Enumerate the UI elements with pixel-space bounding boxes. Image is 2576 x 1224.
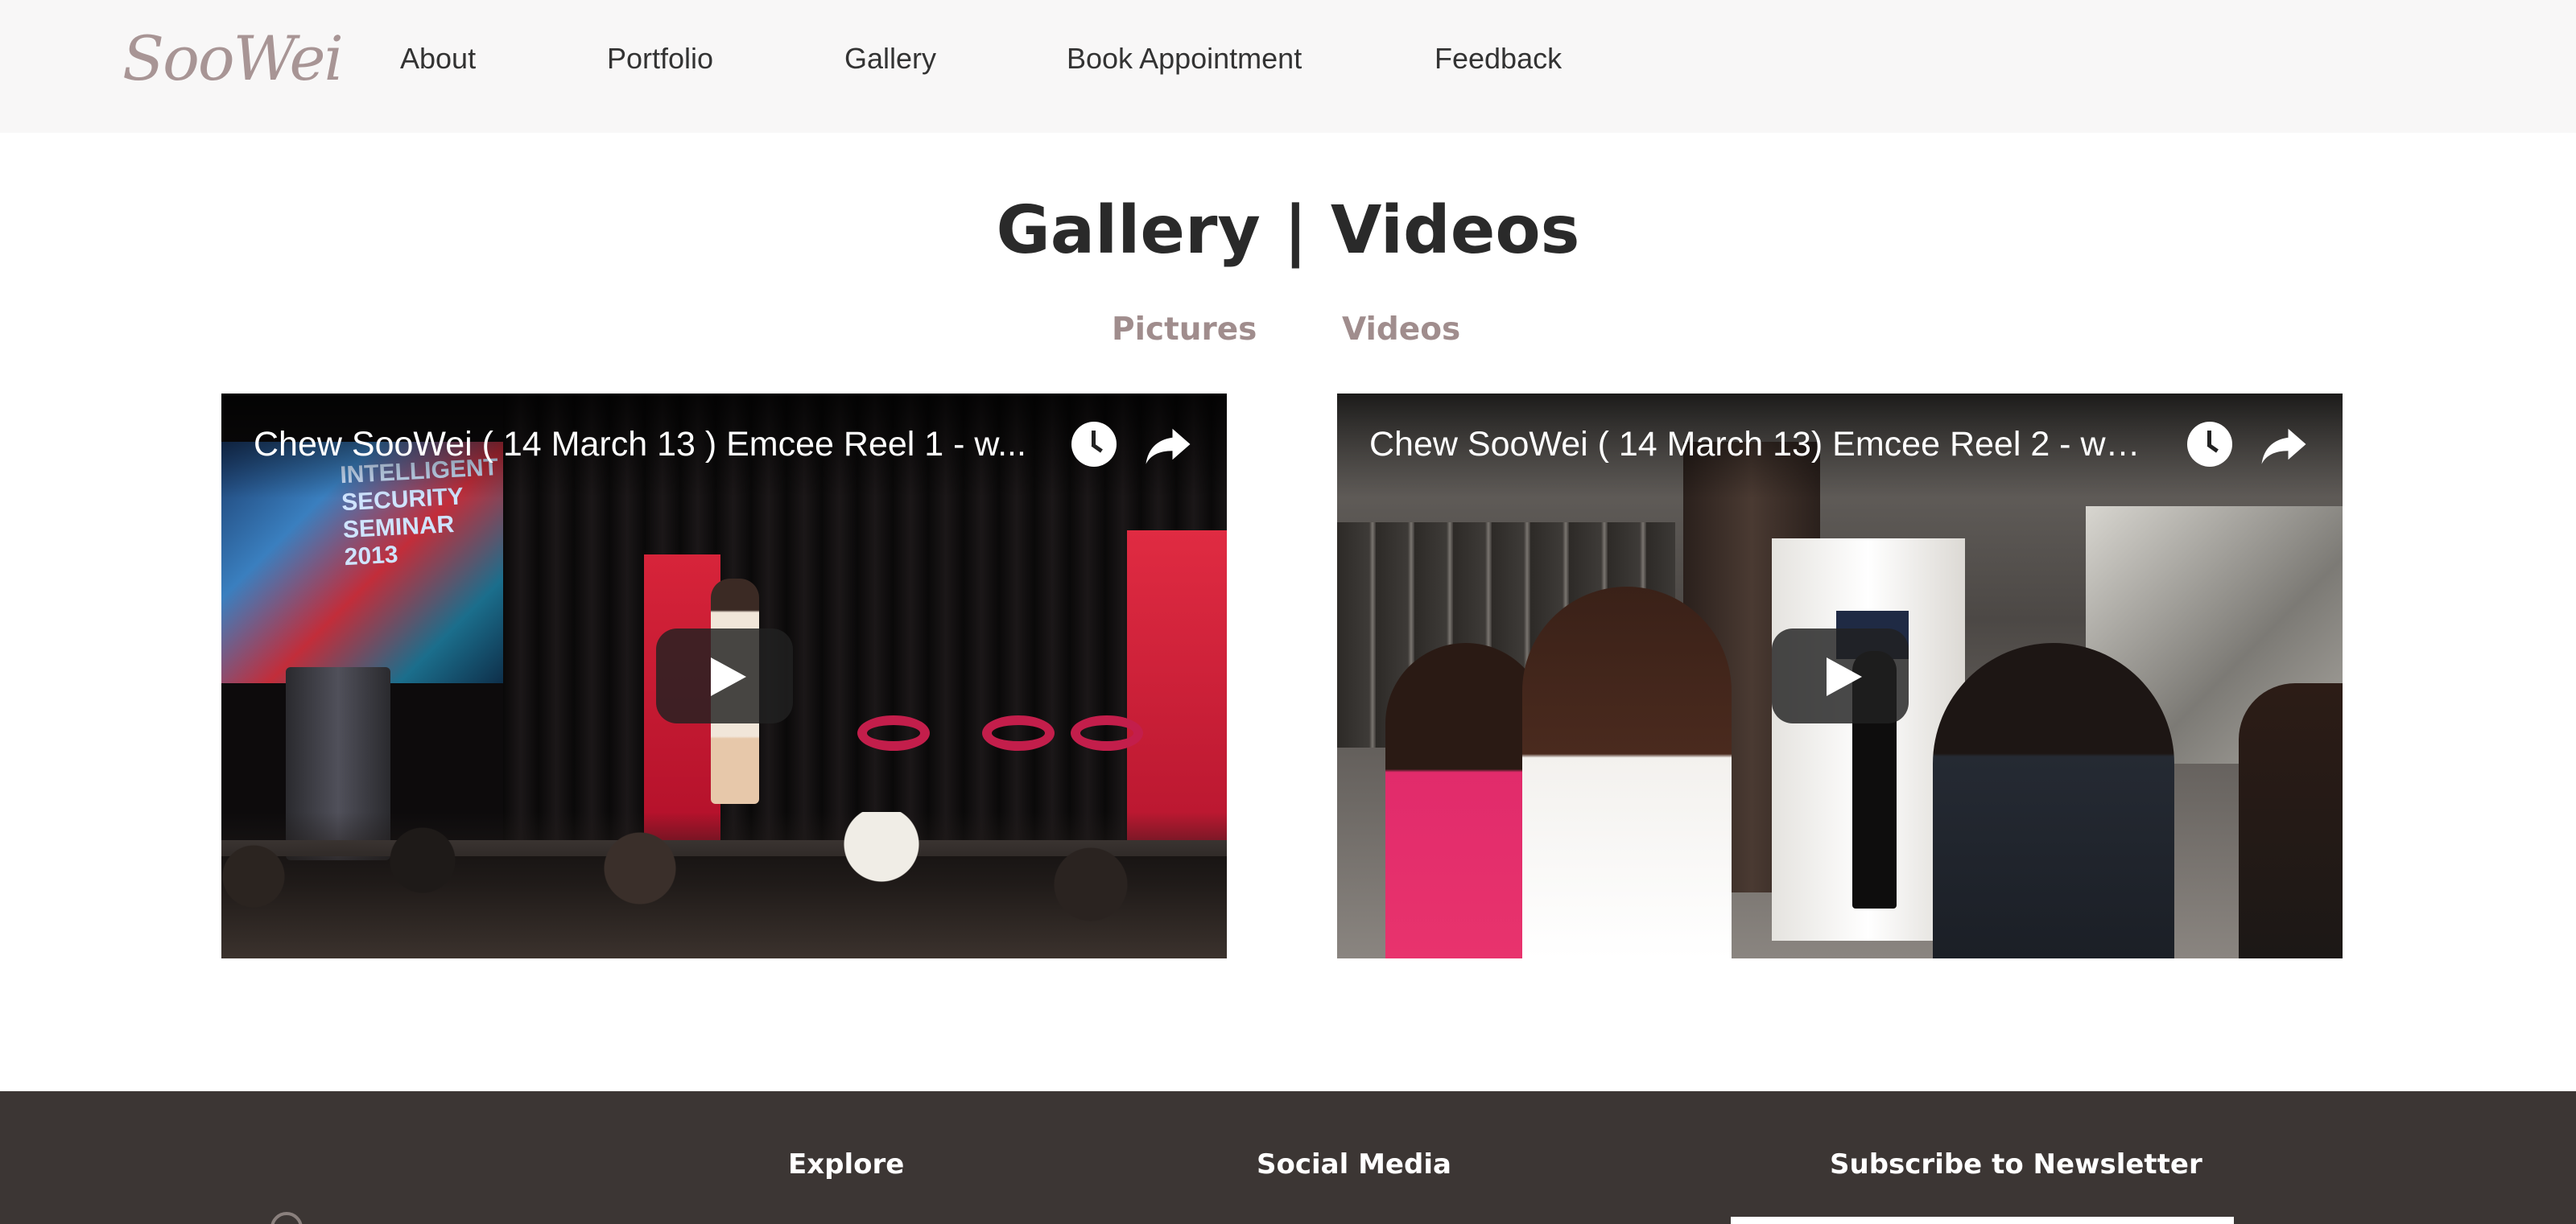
footer-heading-newsletter: Subscribe to Newsletter	[1830, 1148, 2202, 1181]
nav-gallery[interactable]: Gallery	[844, 39, 936, 79]
video-thumbnail-banner	[1127, 530, 1227, 844]
video-player-1[interactable]: INTELLIGENT SECURITY SEMINAR 2013 Chew S…	[221, 394, 1227, 958]
footer-heading-social-media: Social Media	[1257, 1148, 1451, 1181]
footer-logo	[270, 1212, 303, 1224]
nav-book-appointment[interactable]: Book Appointment	[1067, 39, 1302, 79]
video-player-2[interactable]: Chew SooWei ( 14 March 13) Emcee Reel 2 …	[1337, 394, 2343, 958]
footer-heading-explore: Explore	[788, 1148, 905, 1181]
nav-feedback[interactable]: Feedback	[1435, 39, 1562, 79]
play-button[interactable]	[656, 628, 793, 723]
video-thumbnail-chair	[1071, 715, 1143, 751]
site-footer: Explore Social Media Subscribe to Newsle…	[0, 1091, 2576, 1224]
video-thumbnail-chair	[982, 715, 1055, 751]
newsletter-email-input[interactable]	[1731, 1217, 2234, 1224]
video-thumbnail-person	[2239, 683, 2343, 958]
video-thumbnail-audience	[221, 812, 1227, 958]
video-thumbnail-person	[1522, 587, 1732, 958]
watch-later-icon[interactable]	[1071, 422, 1117, 467]
site-logo[interactable]: SooWei	[122, 14, 344, 103]
play-button[interactable]	[1772, 628, 1909, 723]
nav-portfolio[interactable]: Portfolio	[607, 39, 713, 79]
video-thumbnail-chair	[857, 715, 930, 751]
tab-pictures[interactable]: Pictures	[1112, 306, 1257, 354]
nav-about[interactable]: About	[400, 39, 476, 79]
page-title: Gallery | Videos	[996, 192, 1580, 269]
watch-later-icon[interactable]	[2187, 422, 2232, 467]
share-icon[interactable]	[2257, 418, 2310, 471]
video-title[interactable]: Chew SooWei ( 14 March 13 ) Emcee Reel 1…	[254, 416, 1034, 472]
tab-videos[interactable]: Videos	[1342, 306, 1460, 354]
video-title[interactable]: Chew SooWei ( 14 March 13) Emcee Reel 2 …	[1369, 416, 2150, 472]
video-thumbnail-person	[1933, 643, 2174, 958]
site-header: SooWei About Portfolio Gallery Book Appo…	[0, 0, 2576, 133]
share-icon[interactable]	[1141, 418, 1195, 471]
